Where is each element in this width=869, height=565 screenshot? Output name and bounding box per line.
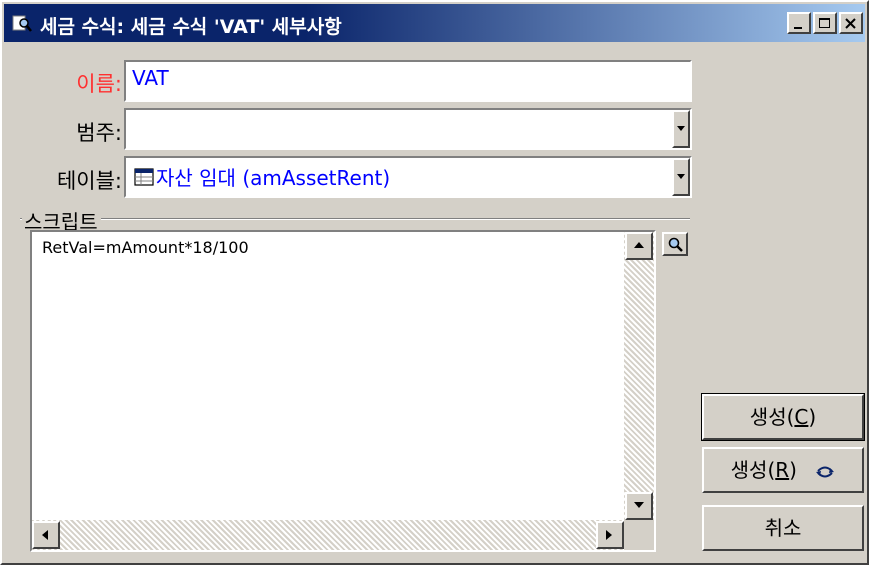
category-dropdown-button[interactable] [672,110,690,148]
close-button[interactable] [839,12,863,34]
create-c-label: 생성( [749,405,795,429]
create-r-button[interactable]: 생성(R) [702,447,864,493]
name-field[interactable]: VAT [124,60,692,102]
refresh-arrows-icon [816,466,835,477]
cancel-label: 취소 [764,516,802,540]
create-r-label: 생성( [730,458,776,482]
maximize-icon [819,18,830,28]
create-c-label-end: ) [808,405,817,429]
close-icon [845,18,856,29]
table-combo[interactable]: 자산 임대 (amAssetRent) [124,156,692,198]
magnifier-icon [668,237,683,252]
magnifier-document-icon [12,15,32,32]
maximize-button[interactable] [813,12,837,34]
scroll-up-button[interactable] [625,232,653,260]
zoom-button[interactable] [662,232,688,256]
category-label: 범주: [76,121,122,145]
create-c-button[interactable]: 생성(C) [701,393,865,441]
script-editor[interactable]: RetVal=mAmount*18/100 [30,230,656,552]
scroll-right-button[interactable] [596,521,624,549]
category-combo[interactable] [124,108,692,150]
scroll-corner [624,520,654,550]
chevron-down-icon [677,174,685,179]
cancel-button[interactable]: 취소 [702,505,864,551]
scroll-down-button[interactable] [625,492,653,520]
horizontal-scrollbar[interactable] [32,520,624,550]
name-value: VAT [132,66,169,90]
window-title: 세금 수식: 세금 수식 'VAT' 세부사항 [40,16,342,38]
table-dropdown-button[interactable] [672,158,690,196]
create-c-hotkey: C [794,405,809,429]
create-r-hotkey: R [775,458,790,482]
arrow-left-icon [42,530,48,540]
vertical-scrollbar[interactable] [624,232,654,520]
table-label: 테이블: [56,169,122,193]
script-group-line [20,218,690,220]
minimize-icon [794,27,802,29]
chevron-down-icon [677,126,685,131]
minimize-button[interactable] [787,12,811,34]
title-bar[interactable]: 세금 수식: 세금 수식 'VAT' 세부사항 [4,4,865,42]
arrow-right-icon [606,530,612,540]
scroll-left-button[interactable] [32,521,60,549]
formula-detail-window: 세금 수식: 세금 수식 'VAT' 세부사항 이름: VAT 범주: 테이블: [0,0,869,565]
name-label: 이름: [76,72,122,96]
arrow-up-icon [634,242,644,248]
create-r-label-end: ) [789,458,797,482]
arrow-down-icon [634,502,644,508]
table-value: 자산 임대 (amAssetRent) [156,166,391,190]
table-icon [134,168,154,186]
script-content: RetVal=mAmount*18/100 [42,238,249,257]
